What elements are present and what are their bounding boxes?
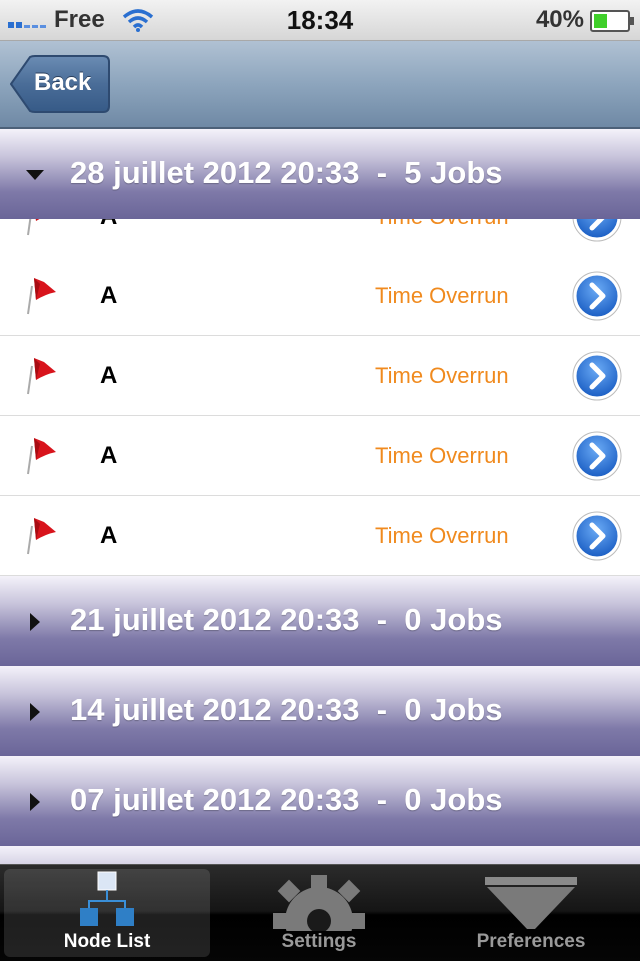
disclosure-triangle-right-icon	[30, 703, 40, 721]
job-status: Time Overrun	[375, 523, 509, 548]
tab-preferences[interactable]: Preferences	[428, 869, 634, 957]
detail-disclosure-button[interactable]	[572, 431, 622, 481]
tab-label: Node List	[63, 931, 151, 952]
section-header[interactable]: 07 juillet 2012 20:33 - 0 Jobs	[0, 756, 640, 846]
job-row[interactable]: A Time Overrun	[0, 256, 640, 336]
tab-node-list[interactable]: Node List	[4, 869, 210, 957]
red-flag-icon	[26, 516, 62, 556]
back-button[interactable]: Back	[10, 55, 110, 113]
section-header[interactable]: 14 juillet 2012 20:33 - 0 Jobs	[0, 666, 640, 756]
node-list-icon	[80, 871, 134, 926]
battery-level	[594, 14, 607, 28]
job-row[interactable]: A Time Overrun	[0, 336, 640, 416]
tab-bar: Node List Settings Preferences	[0, 864, 640, 961]
job-row[interactable]: A Time Overrun	[0, 496, 640, 576]
job-row[interactable]: A Time Overrun	[0, 416, 640, 496]
job-name: A	[100, 282, 118, 309]
section-header-partial[interactable]	[0, 846, 640, 865]
job-status: Time Overrun	[375, 443, 509, 468]
section-title: 07 juillet 2012 20:33 - 0 Jobs	[70, 782, 503, 817]
section-title: 21 juillet 2012 20:33 - 0 Jobs	[70, 602, 503, 637]
detail-disclosure-button[interactable]	[572, 511, 622, 561]
battery-percent: 40%	[535, 6, 584, 33]
tab-label: Preferences	[476, 931, 586, 952]
job-status: Time Overrun	[375, 283, 509, 308]
job-name: A	[100, 362, 118, 389]
tab-label: Settings	[281, 931, 357, 952]
tab-settings[interactable]: Settings	[216, 869, 422, 957]
funnel-icon	[485, 877, 577, 929]
battery-icon	[590, 10, 634, 32]
detail-disclosure-button[interactable]	[572, 351, 622, 401]
detail-disclosure-button[interactable]	[572, 271, 622, 321]
disclosure-triangle-right-icon	[30, 793, 40, 811]
disclosure-triangle-down-icon	[26, 170, 44, 180]
section-header[interactable]: 21 juillet 2012 20:33 - 0 Jobs	[0, 576, 640, 666]
gear-icon	[273, 875, 365, 931]
red-flag-icon	[26, 356, 62, 396]
disclosure-triangle-right-icon	[30, 613, 40, 631]
job-list[interactable]: A Time Overrun A Time Overrun A Time Overrun A…	[0, 129, 640, 865]
red-flag-icon	[26, 276, 62, 316]
section-title: 14 juillet 2012 20:33 - 0 Jobs	[70, 692, 503, 727]
job-name: A	[100, 522, 118, 549]
status-bar: Free 18:34 40%	[0, 0, 640, 41]
section-title: 28 juillet 2012 20:33 - 5 Jobs	[70, 155, 503, 190]
job-status: Time Overrun	[375, 363, 509, 388]
navigation-bar: Back	[0, 41, 640, 129]
red-flag-icon	[26, 436, 62, 476]
back-button-label: Back	[34, 69, 92, 96]
section-header[interactable]: 28 juillet 2012 20:33 - 5 Jobs	[0, 129, 640, 219]
job-name: A	[100, 442, 118, 469]
